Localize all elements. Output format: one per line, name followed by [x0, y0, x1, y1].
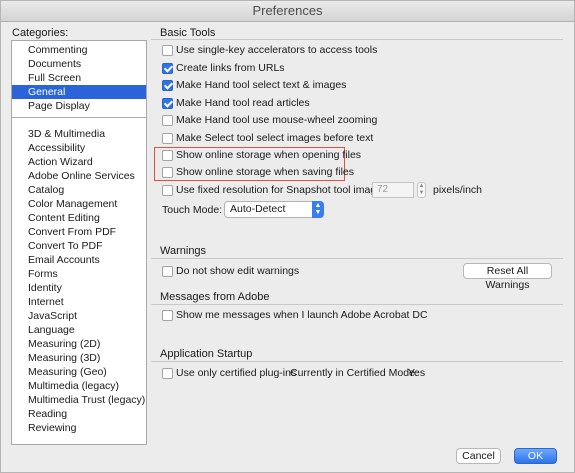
certified-mode-label: Currently in Certified Mode:: [290, 367, 418, 379]
categories-list[interactable]: Commenting Documents Full Screen General…: [11, 40, 147, 445]
checkbox[interactable]: [162, 309, 173, 321]
option-hand-select-text[interactable]: Make Hand tool select text & images: [162, 77, 346, 93]
category-item-full-screen[interactable]: Full Screen: [12, 71, 146, 85]
category-item[interactable]: Action Wizard: [12, 155, 146, 169]
option-label: Make Hand tool read articles: [176, 97, 310, 109]
category-item[interactable]: Measuring (2D): [12, 337, 146, 351]
category-item[interactable]: Language: [12, 323, 146, 337]
category-item[interactable]: Content Editing: [12, 211, 146, 225]
touch-mode-select[interactable]: Auto-Detect ▲ ▼: [224, 201, 324, 218]
section-divider: [151, 39, 563, 40]
section-divider: [151, 258, 563, 259]
option-hand-read-articles[interactable]: Make Hand tool read articles: [162, 95, 310, 111]
option-label: Make Hand tool use mouse-wheel zooming: [176, 114, 378, 126]
option-label: Use fixed resolution for Snapshot tool i…: [176, 184, 391, 196]
cancel-button[interactable]: Cancel: [456, 448, 501, 464]
touch-mode-value: Auto-Detect: [230, 203, 286, 215]
category-item[interactable]: Convert To PDF: [12, 239, 146, 253]
option-label: Show online storage when saving files: [176, 166, 355, 178]
option-online-storage-opening[interactable]: Show online storage when opening files: [162, 147, 361, 163]
option-label: Make Select tool select images before te…: [176, 132, 374, 144]
option-label: Use single-key accelerators to access to…: [176, 44, 378, 56]
checkbox[interactable]: [162, 114, 173, 126]
section-divider: [151, 304, 563, 305]
category-item[interactable]: Identity: [12, 281, 146, 295]
option-single-key-accelerators[interactable]: Use single-key accelerators to access to…: [162, 42, 377, 58]
option-label: Do not show edit warnings: [176, 265, 300, 277]
option-label: Show online storage when opening files: [176, 149, 362, 161]
reset-all-warnings-button[interactable]: Reset All Warnings: [463, 263, 552, 291]
option-label: Make Hand tool select text & images: [176, 79, 347, 91]
certified-mode-value: Yes: [408, 367, 426, 379]
category-item[interactable]: Convert From PDF: [12, 225, 146, 239]
category-item[interactable]: Reviewing: [12, 421, 146, 435]
checkbox[interactable]: [162, 149, 173, 161]
option-no-edit-warnings[interactable]: Do not show edit warnings: [162, 263, 299, 279]
resolution-units: pixels/inch: [433, 184, 483, 196]
stepper-up-icon[interactable]: ▲: [419, 183, 425, 189]
category-separator: [12, 117, 146, 118]
category-item[interactable]: Forms: [12, 267, 146, 281]
option-certified-plugins[interactable]: Use only certified plug-ins: [162, 365, 296, 381]
option-label: Show me messages when I launch Adobe Acr…: [176, 309, 428, 321]
up-down-arrows-icon: ▲ ▼: [312, 201, 324, 218]
stepper-down-icon[interactable]: ▼: [419, 190, 425, 196]
window-title: Preferences: [1, 1, 574, 22]
category-item[interactable]: Multimedia (legacy): [12, 379, 146, 393]
category-item-general[interactable]: General: [12, 85, 146, 99]
categories-label: Categories:: [12, 27, 69, 39]
preferences-window: Preferences Categories: Commenting Docum…: [0, 0, 575, 473]
checkbox[interactable]: [162, 97, 173, 109]
ok-button[interactable]: OK: [514, 448, 557, 464]
option-label: Use only certified plug-ins: [176, 367, 297, 379]
option-create-links[interactable]: Create links from URLs: [162, 60, 285, 76]
category-item[interactable]: Internet: [12, 295, 146, 309]
category-item[interactable]: Multimedia Trust (legacy): [12, 393, 146, 407]
category-item[interactable]: Reading: [12, 407, 146, 421]
checkbox[interactable]: [162, 62, 173, 74]
category-item[interactable]: Measuring (3D): [12, 351, 146, 365]
checkbox[interactable]: [162, 79, 173, 91]
category-item[interactable]: 3D & Multimedia: [12, 127, 146, 141]
category-item[interactable]: Catalog: [12, 183, 146, 197]
snapshot-resolution-field[interactable]: 72: [372, 182, 414, 198]
option-show-messages[interactable]: Show me messages when I launch Adobe Acr…: [162, 307, 428, 323]
option-hand-mouse-wheel-zoom[interactable]: Make Hand tool use mouse-wheel zooming: [162, 112, 377, 128]
checkbox[interactable]: [162, 166, 173, 178]
category-item[interactable]: JavaScript: [12, 309, 146, 323]
warnings-title: Warnings: [160, 245, 207, 257]
checkbox[interactable]: [162, 265, 173, 277]
option-online-storage-saving[interactable]: Show online storage when saving files: [162, 164, 354, 180]
checkbox[interactable]: [162, 184, 173, 196]
category-item[interactable]: Email Accounts: [12, 253, 146, 267]
checkbox[interactable]: [162, 132, 173, 144]
checkbox[interactable]: [162, 44, 173, 56]
section-divider: [151, 361, 563, 362]
option-snapshot-resolution[interactable]: Use fixed resolution for Snapshot tool i…: [162, 182, 390, 198]
category-item-commenting[interactable]: Commenting: [12, 43, 146, 57]
category-item-page-display[interactable]: Page Display: [12, 99, 146, 113]
option-label: Create links from URLs: [176, 62, 285, 74]
basic-tools-title: Basic Tools: [160, 27, 216, 39]
option-select-images-first[interactable]: Make Select tool select images before te…: [162, 130, 373, 146]
category-item[interactable]: Accessibility: [12, 141, 146, 155]
messages-title: Messages from Adobe: [160, 291, 270, 303]
startup-title: Application Startup: [160, 348, 253, 360]
category-item-documents[interactable]: Documents: [12, 57, 146, 71]
category-item[interactable]: Color Management: [12, 197, 146, 211]
touch-mode-label: Touch Mode:: [162, 204, 223, 216]
checkbox[interactable]: [162, 367, 173, 379]
category-item[interactable]: Measuring (Geo): [12, 365, 146, 379]
category-item[interactable]: Adobe Online Services: [12, 169, 146, 183]
resolution-stepper[interactable]: ▲ ▼: [417, 182, 426, 198]
